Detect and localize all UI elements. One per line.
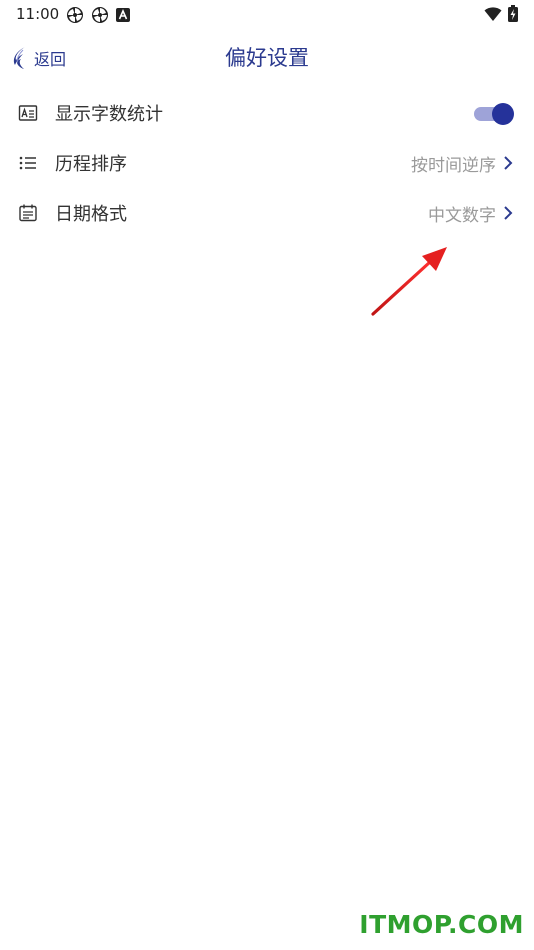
status-time: 11:00 — [16, 5, 60, 23]
pinwheel-icon — [67, 7, 83, 23]
setting-row-date-format[interactable]: 日期格式 中文数字 — [0, 188, 534, 238]
setting-value: 按时间逆序 — [411, 156, 496, 176]
setting-row-word-count[interactable]: 显示字数统计 — [0, 88, 534, 138]
setting-row-history-order[interactable]: 历程排序 按时间逆序 — [0, 138, 534, 188]
setting-label: 历程排序 — [55, 154, 127, 175]
settings-list: 显示字数统计 历程排序 按时间逆序 日期格式 中文数字 — [0, 88, 534, 238]
chevron-right-icon — [504, 156, 513, 170]
header: 返回 偏好设置 — [0, 28, 534, 88]
word-count-icon — [18, 105, 38, 121]
status-notification-icons — [66, 6, 130, 24]
setting-label: 显示字数统计 — [55, 104, 163, 125]
status-bar: 11:00 — [0, 0, 534, 28]
page-title: 偏好设置 — [225, 46, 309, 70]
setting-value: 中文数字 — [428, 206, 496, 226]
annotation-arrow — [371, 247, 447, 316]
text-a-icon — [116, 8, 130, 22]
word-count-toggle[interactable] — [474, 102, 514, 125]
chevron-right-icon — [504, 206, 513, 220]
wifi-icon — [484, 6, 502, 21]
status-system-icons — [484, 5, 518, 22]
setting-label: 日期格式 — [55, 204, 127, 225]
battery-charging-icon — [508, 5, 518, 22]
watermark: ITMOP.COM — [359, 910, 524, 939]
pinwheel-icon — [92, 7, 108, 23]
calendar-icon — [19, 204, 37, 222]
toggle-knob — [492, 103, 514, 125]
list-icon — [19, 156, 36, 170]
